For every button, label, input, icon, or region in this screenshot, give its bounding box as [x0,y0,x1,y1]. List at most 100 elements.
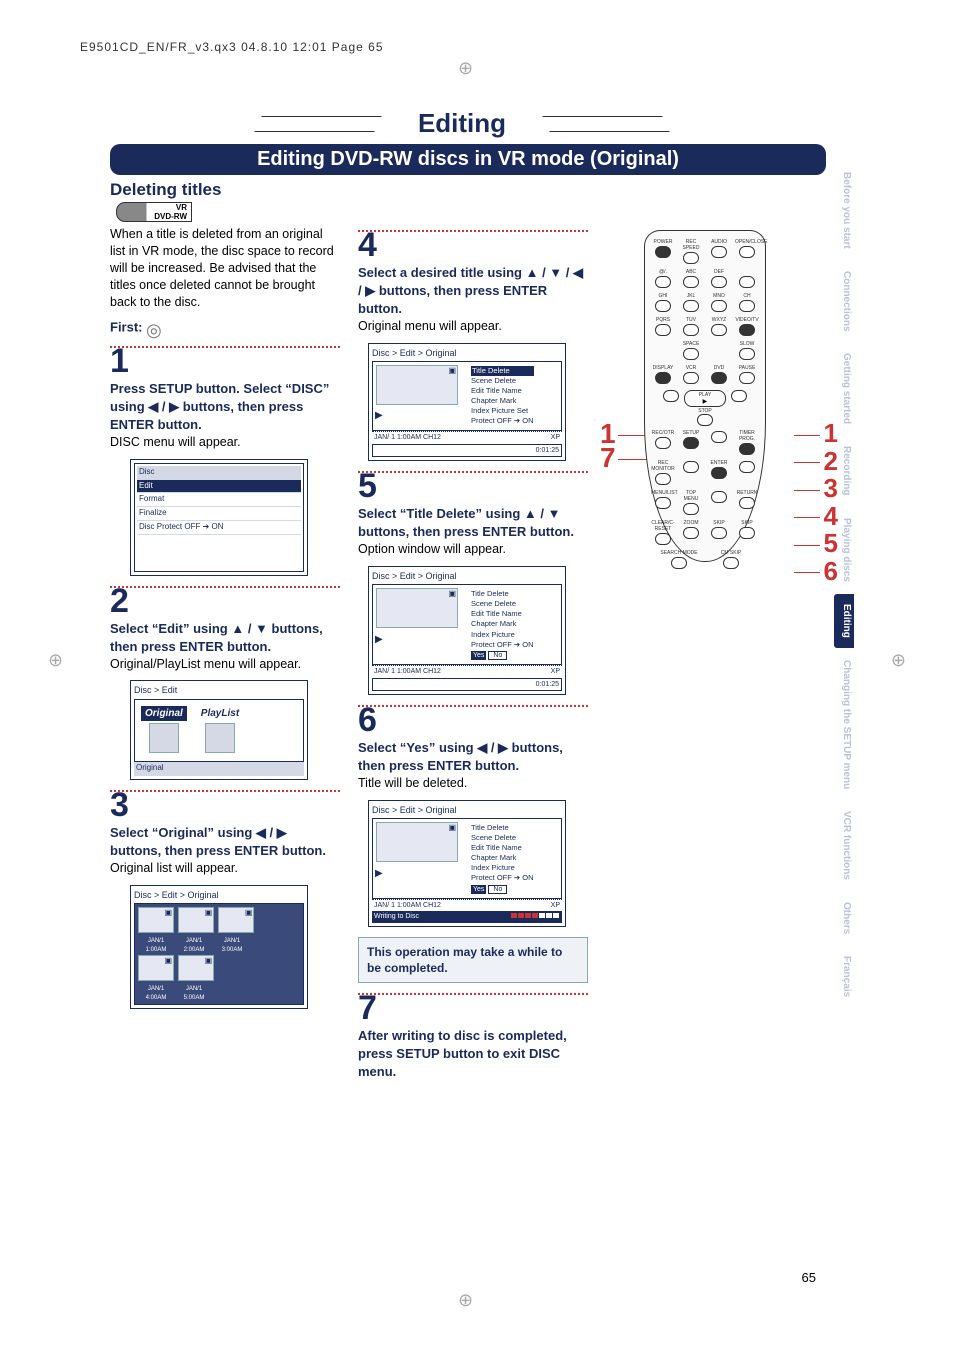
crop-mark-icon: ⊕ [48,650,63,671]
title-thumbnail [178,907,214,933]
play-icon: ▶ [375,633,465,647]
disc-in-tray-icon [146,318,172,338]
step-3-head: Select “Original” using ◀ / ▶ buttons, t… [110,825,326,858]
search-mode-icon [671,557,687,569]
step-4-body: Original menu will appear. [358,319,502,333]
down-arrow-icon [711,491,727,503]
status-mode: XP [551,901,560,910]
slow-button-icon [739,348,755,360]
thumb-label: JAN/1 1:00AM [137,937,175,953]
open-close-button-icon [739,246,755,258]
crop-mark-icon: ⊕ [891,650,906,671]
step-5-head: Select “Title Delete” using ▲ / ▼ button… [358,506,574,539]
tab-francais: Français [834,946,854,1007]
title-thumbnail [376,822,458,862]
option-original: Original [141,706,187,722]
original-list-screenshot: Disc > Edit > Original JAN/1 1:00AM JAN/… [130,885,308,1009]
source-file-header: E9501CD_EN/FR_v3.qx3 04.8.10 12:01 Page … [80,40,384,54]
step-5-body: Option window will appear. [358,542,506,556]
key-3-icon [711,276,727,288]
key-7-icon [655,324,671,336]
tab-before-you-start: Before you start [834,162,854,259]
step-number: 4 [358,228,588,262]
step-7-head: After writing to disc is completed, pres… [358,1028,567,1079]
key-1-icon [655,276,671,288]
confirm-yes: Yes [471,651,486,660]
tab-recording: Recording [834,436,854,505]
zoom-button-icon [683,527,699,539]
chapter-title: Editing [418,108,506,139]
tab-playing-discs: Playing discs [834,508,854,592]
step-number: 7 [358,991,588,1025]
callout-step-7: 7 [600,442,652,474]
enter-button-icon [711,467,727,479]
crop-mark-icon: ⊕ [458,58,473,79]
tab-vcr-functions: VCR functions [834,801,854,890]
menu-footer: Original [134,762,304,776]
audio-button-icon [711,246,727,258]
dvd-button-icon [711,372,727,384]
right-column: 4 Select a desired title using ▲ / ▼ / ◀… [358,224,588,1089]
right-arrow-icon [739,461,755,473]
breadcrumb: Disc > Edit > Original [134,889,304,901]
rec-otr-icon [655,437,671,449]
step-6-head: Select “Yes” using ◀ / ▶ buttons, then p… [358,740,563,773]
cm-skip-icon [723,557,739,569]
title-thumbnail [178,955,214,981]
breadcrumb: Disc > Edit [134,684,304,696]
setup-button-icon [683,437,699,449]
breadcrumb: Disc > Edit > Original [372,570,562,582]
menu-list-icon [655,497,671,509]
intro-paragraph: When a title is deleted from an original… [110,226,340,310]
chapter-banner: Editing [110,108,814,139]
tab-editing: Editing [834,594,854,648]
key-5-icon [683,300,699,312]
status-datetime: JAN/ 1 1:00AM CH12 [374,901,441,910]
clear-button-icon [655,533,671,545]
step-number: 3 [110,788,340,822]
rec-speed-button-icon [683,252,699,264]
title-options: Title Delete Scene Delete Edit Title Nam… [469,364,536,429]
title-options: Title Delete Scene Delete Edit Title Nam… [469,821,536,896]
pause-button-icon [739,372,755,384]
status-datetime: JAN/ 1 1:00AM CH12 [374,433,441,442]
breadcrumb: Disc > Edit > Original [372,347,562,359]
menu-item-edit: Edit [137,480,301,494]
return-button-icon [739,497,755,509]
page-number: 65 [802,1270,816,1285]
confirm-no: No [488,651,507,660]
tab-setup-menu: Changing the SETUP menu [834,650,854,799]
thumb-label: JAN/1 4:00AM [137,985,175,1001]
confirm-yes: Yes [471,885,486,894]
first-label: First: [110,320,143,335]
writing-progress: Writing to Disc [372,911,562,922]
title-options: Title Delete Scene Delete Edit Title Nam… [469,587,536,662]
step-1-body: DISC menu will appear. [110,435,241,449]
confirm-no: No [488,885,507,894]
play-button-icon: PLAY▶ [684,390,726,407]
disc-menu-screenshot: Disc Edit Format Finalize Disc Protect O… [130,459,308,576]
play-icon: ▶ [375,867,465,881]
remote-diagram: 1 7 POWER REC SPEED AUDIO OPEN/CLOSE @/.… [604,230,804,570]
content-columns: When a title is deleted from an original… [110,224,590,1089]
stop-button-icon [697,414,713,426]
forward-button-icon [731,390,747,402]
step-number: 2 [110,584,340,618]
original-menu-screenshot: Disc > Edit > Original ▶ Title Delete Sc… [368,343,566,462]
status-mode: XP [551,433,560,442]
ch-up-icon [739,276,755,288]
tab-others: Others [834,892,854,944]
title-thumbnail [376,365,458,405]
crop-mark-icon: ⊕ [458,1290,473,1311]
tab-getting-started: Getting started [834,343,854,434]
rec-monitor-icon [655,473,671,485]
tab-connections: Connections [834,261,854,342]
step-number: 5 [358,469,588,503]
play-icon: ▶ [375,409,465,423]
step-6-body: Title will be deleted. [358,776,467,790]
ch-down-icon [739,300,755,312]
step-2-head: Select “Edit” using ▲ / ▼ buttons, then … [110,621,323,654]
option-playlist: PlayList [197,706,243,722]
side-tabs: Before you start Connections Getting sta… [834,162,854,1007]
status-timecode: 0:01:25 [536,446,559,455]
